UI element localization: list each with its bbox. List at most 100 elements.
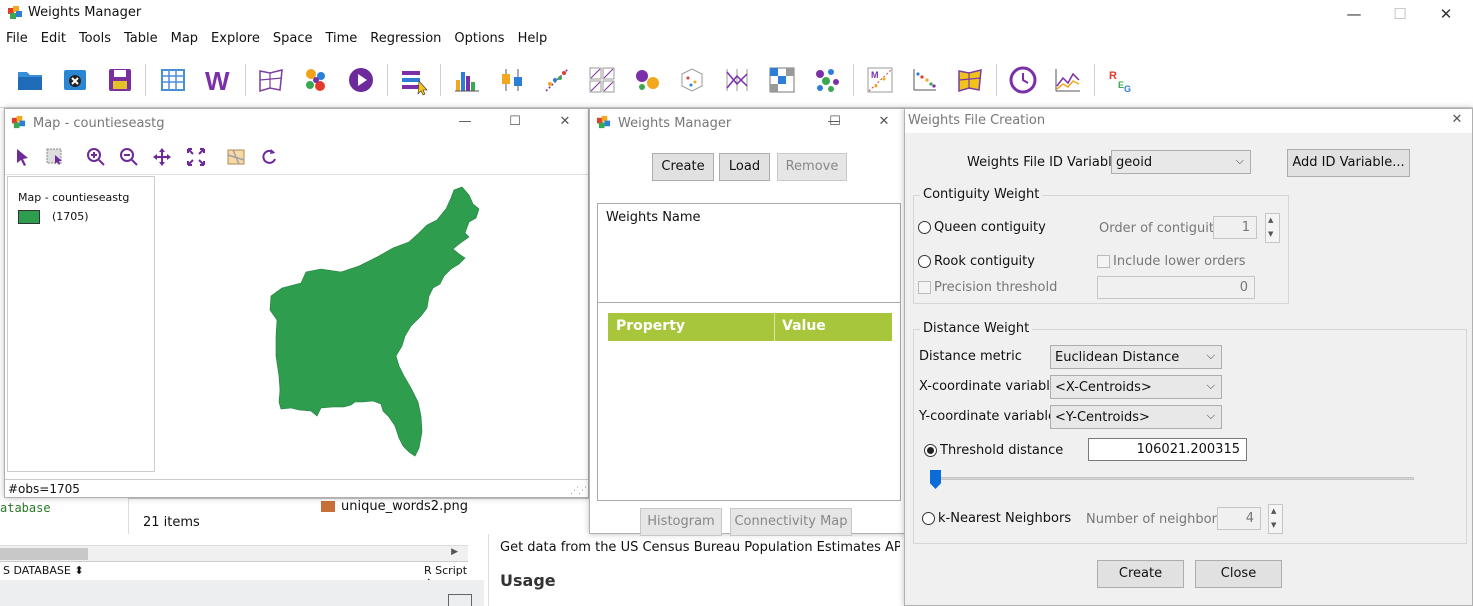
zoom-in-icon[interactable] [86, 147, 106, 167]
map-canvas[interactable] [159, 176, 588, 472]
maximize-button[interactable]: ☐ [1377, 3, 1423, 25]
menu-time[interactable]: Time [319, 28, 364, 46]
close-button[interactable]: ✕ [1423, 3, 1469, 25]
wfc-close-button[interactable]: ✕ [1445, 112, 1469, 130]
animation-icon[interactable] [345, 64, 377, 96]
menu-regression[interactable]: Regression [364, 28, 448, 46]
add-id-variable-button[interactable]: Add ID Variable... [1287, 149, 1410, 177]
parallel-coordinate-icon[interactable] [721, 64, 753, 96]
knn-label[interactable]: k-Nearest Neighbors [938, 511, 1071, 526]
close-project-icon[interactable] [59, 64, 91, 96]
pan-icon[interactable] [152, 147, 172, 167]
bubble-chart-icon[interactable] [631, 64, 663, 96]
zoom-out-icon[interactable] [119, 147, 139, 167]
refresh-icon[interactable] [259, 147, 279, 167]
eastern-us-counties-shape[interactable] [269, 186, 480, 457]
spin-up-icon[interactable]: ▲ [1271, 507, 1276, 515]
weights-manager-title: Weights Manager [618, 116, 732, 131]
regression-icon[interactable]: RE G [1105, 64, 1137, 96]
scroll-right-arrow-icon[interactable]: ▶ [451, 547, 458, 557]
spin-down-icon[interactable]: ▼ [1271, 521, 1276, 529]
scrollbar-thumb[interactable] [0, 548, 88, 560]
menu-edit[interactable]: Edit [35, 28, 73, 46]
menu-help[interactable]: Help [512, 28, 555, 46]
menu-tools[interactable]: Tools [73, 28, 118, 46]
language-selector[interactable]: S DATABASE ⬍ [3, 564, 84, 577]
background-horizontal-scrollbar[interactable]: ▶ [0, 545, 468, 561]
conditional-plot-icon[interactable] [766, 64, 798, 96]
file-name[interactable]: unique_words2.png [341, 499, 468, 514]
include-lower-orders-checkbox[interactable] [1097, 255, 1110, 268]
y-coordinate-select[interactable]: <Y-Centroids> ⌵ [1050, 405, 1222, 429]
weights-name-list[interactable]: Weights Name [597, 203, 901, 303]
cluster-icon[interactable] [811, 64, 843, 96]
wfc-close-dialog-button[interactable]: Close [1195, 560, 1282, 588]
threshold-distance-radio[interactable] [924, 444, 937, 457]
menu-table[interactable]: Table [118, 28, 165, 46]
precision-threshold-input[interactable]: 0 [1097, 276, 1255, 299]
menu-space[interactable]: Space [267, 28, 320, 46]
observation-count: #obs=1705 [8, 482, 80, 496]
menu-options[interactable]: Options [448, 28, 511, 46]
queen-contiguity-label[interactable]: Queen contiguity [934, 220, 1046, 235]
time-editor-icon[interactable] [1007, 64, 1039, 96]
box-plot-icon[interactable] [496, 64, 528, 96]
spatial-regression-map-icon[interactable] [954, 64, 986, 96]
number-of-neighbors-input[interactable]: 4 [1217, 507, 1261, 530]
order-of-contiguity-input[interactable]: 1 [1213, 216, 1257, 239]
wfc-create-button[interactable]: Create [1097, 560, 1184, 588]
map-minimize-button[interactable]: — [453, 114, 477, 132]
county-map[interactable] [159, 176, 588, 472]
category-editor-icon[interactable] [398, 64, 430, 96]
map-icon[interactable] [255, 64, 287, 96]
neighbors-spinner[interactable]: ▲ ▼ [1268, 504, 1283, 534]
menu-map[interactable]: Map [165, 28, 205, 46]
rook-contiguity-label[interactable]: Rook contiguity [934, 254, 1035, 269]
lisa-icon[interactable] [909, 64, 941, 96]
maximize-pane-icon[interactable] [448, 594, 472, 606]
basemap-icon[interactable] [226, 147, 246, 167]
x-coordinate-select[interactable]: <X-Centroids> ⌵ [1050, 375, 1222, 399]
resize-grip-icon[interactable]: ⋰⋰ [570, 486, 587, 496]
moran-scatter-icon[interactable]: M [864, 64, 896, 96]
map-close-button[interactable]: ✕ [553, 114, 577, 132]
wm-connectivity-map-button[interactable]: Connectivity Map [730, 508, 852, 536]
average-chart-icon[interactable] [1052, 64, 1084, 96]
histogram-icon[interactable] [451, 64, 483, 96]
queen-contiguity-radio[interactable] [918, 221, 931, 234]
spin-down-icon[interactable]: ▼ [1268, 230, 1273, 238]
wm-load-button[interactable]: Load [719, 153, 770, 181]
fit-extent-icon[interactable] [186, 147, 206, 167]
weights-name-header: Weights Name [606, 210, 701, 225]
scatter-matrix-icon[interactable] [586, 64, 618, 96]
wm-create-button[interactable]: Create [652, 153, 714, 181]
wm-remove-button[interactable]: Remove [777, 153, 847, 181]
table-icon[interactable] [157, 64, 189, 96]
save-icon[interactable] [104, 64, 136, 96]
wm-histogram-button[interactable]: Histogram [640, 508, 722, 536]
threshold-distance-input[interactable]: 106021.200315 [1088, 438, 1247, 461]
rook-contiguity-radio[interactable] [918, 255, 931, 268]
menu-file[interactable]: File [0, 28, 35, 46]
wm-close-button[interactable]: ✕ [872, 114, 896, 132]
weights-manager-icon[interactable]: W [202, 64, 234, 96]
cartogram-icon[interactable] [300, 64, 332, 96]
open-project-icon[interactable] [14, 64, 46, 96]
order-spinner[interactable]: ▲ ▼ [1265, 213, 1280, 243]
legend-swatch[interactable] [18, 210, 40, 224]
menu-explore[interactable]: Explore [205, 28, 267, 46]
knn-radio[interactable] [922, 512, 935, 525]
distance-metric-select[interactable]: Euclidean Distance ⌵ [1050, 345, 1222, 369]
threshold-distance-label[interactable]: Threshold distance [940, 443, 1063, 458]
map-maximize-button[interactable]: ☐ [503, 114, 527, 132]
select-icon[interactable] [13, 147, 33, 167]
minimize-button[interactable]: — [1331, 3, 1377, 25]
threshold-slider-track[interactable] [930, 477, 1414, 480]
precision-threshold-checkbox[interactable] [918, 281, 931, 294]
id-variable-select[interactable]: geoid ⌵ [1111, 150, 1251, 174]
wm-maximize-button[interactable]: ☐ [823, 114, 847, 132]
scatter-plot-icon[interactable] [541, 64, 573, 96]
select-extent-icon[interactable] [45, 147, 65, 167]
3d-scatter-icon[interactable] [676, 64, 708, 96]
spin-up-icon[interactable]: ▲ [1268, 216, 1273, 224]
